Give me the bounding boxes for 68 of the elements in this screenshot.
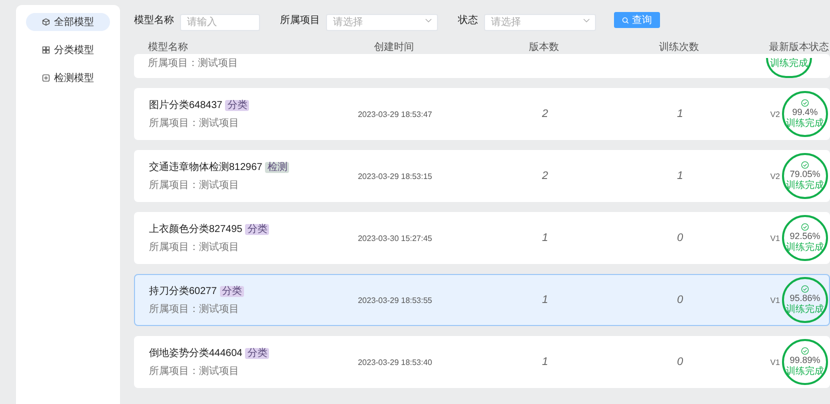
check-circle-icon — [801, 223, 809, 231]
version-label: V2 — [770, 172, 780, 180]
target-icon — [42, 74, 50, 82]
model-name: 交通违章物体检测812967 — [149, 160, 262, 174]
version-count: 2 — [542, 170, 548, 182]
version-count: 2 — [542, 108, 548, 120]
created-time: 2023-03-29 18:53:15 — [358, 172, 432, 180]
training-count: 0 — [676, 294, 684, 306]
filter-label: 状态 — [458, 14, 478, 27]
accuracy-value: 99.4% — [792, 107, 818, 118]
column-header: 创建时间 — [374, 40, 414, 54]
accuracy-value: 92.56% — [790, 231, 820, 242]
version-count: 1 — [542, 356, 548, 368]
accuracy-value: 79.05% — [790, 169, 820, 180]
type-tag: 检测 — [265, 162, 290, 172]
version-label: V1 — [770, 234, 780, 242]
sidebar-item[interactable]: 检测模型 — [26, 69, 110, 87]
status-text: 训练完成 — [770, 58, 808, 69]
training-count: 1 — [676, 170, 684, 182]
model-card[interactable]: 所属项目：测试项目 训练完成 — [134, 54, 830, 78]
model-name: 持刀分类60277 — [149, 284, 217, 298]
chevron-down-icon — [425, 18, 432, 22]
chevron-down-icon — [583, 18, 590, 22]
select-field[interactable]: 请选择 — [484, 14, 596, 30]
version-count: 1 — [542, 294, 548, 306]
search-icon — [622, 16, 629, 24]
training-count: 0 — [676, 356, 684, 368]
version-count: 1 — [542, 232, 548, 244]
created-time: 2023-03-30 15:27:45 — [358, 234, 432, 242]
input-field[interactable]: 请输入 — [180, 14, 260, 30]
column-header: 最新版本状态 — [769, 40, 829, 54]
sidebar-item[interactable]: 全部模型 — [26, 13, 110, 31]
project-text: 所属项目：测试项目 — [149, 240, 240, 254]
type-tag: 分类 — [220, 286, 244, 296]
version-label: V2 — [770, 110, 780, 118]
type-tag: 分类 — [225, 100, 250, 110]
column-header: 训练次数 — [659, 40, 699, 54]
created-time: 2023-03-29 18:53:47 — [358, 110, 432, 118]
filter-label: 所属项目 — [280, 14, 320, 27]
training-count: 1 — [676, 108, 684, 120]
project-text: 所属项目：测试项目 — [148, 56, 238, 70]
project-text: 所属项目：测试项目 — [149, 364, 240, 378]
model-name: 上衣颜色分类827495 — [149, 222, 242, 236]
select-field[interactable]: 请选择 — [326, 14, 438, 30]
model-name: 图片分类648437 — [149, 98, 222, 112]
cube-icon — [42, 18, 50, 26]
model-name: 倒地姿势分类444604 — [149, 346, 242, 360]
version-label: V1 — [770, 358, 780, 366]
accuracy-value: 99.89% — [790, 355, 820, 366]
check-circle-icon — [801, 99, 809, 107]
check-circle-icon — [801, 161, 809, 169]
training-count: 0 — [676, 232, 684, 244]
column-header: 模型名称 — [147, 40, 188, 54]
column-header: 版本数 — [529, 40, 559, 54]
check-circle-icon — [801, 347, 809, 355]
type-tag: 分类 — [245, 348, 270, 358]
check-circle-icon — [801, 285, 809, 293]
project-text: 所属项目：测试项目 — [149, 178, 240, 192]
created-time: 2023-03-29 18:53:55 — [358, 296, 432, 304]
filter-label: 模型名称 — [134, 14, 174, 27]
project-text: 所属项目：测试项目 — [149, 302, 240, 316]
type-tag: 分类 — [245, 224, 270, 234]
version-label: V1 — [770, 296, 780, 304]
created-time: 2023-03-29 18:53:40 — [358, 358, 432, 366]
accuracy-value: 95.86% — [790, 293, 820, 304]
grid-icon — [42, 46, 50, 54]
sidebar-item[interactable]: 分类模型 — [26, 41, 110, 59]
project-text: 所属项目：测试项目 — [149, 116, 240, 130]
